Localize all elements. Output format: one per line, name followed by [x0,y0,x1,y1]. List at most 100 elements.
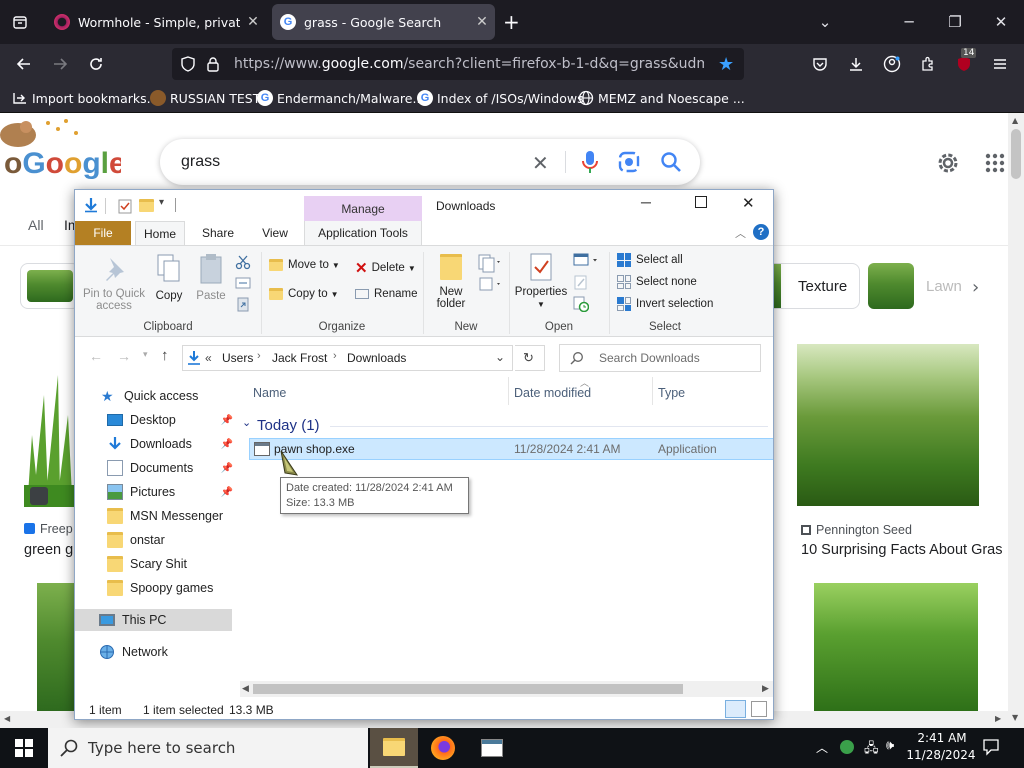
settings-gear-icon[interactable] [936,151,960,175]
scroll-right-arrow-icon[interactable]: ▶ [995,714,1001,723]
taskbar-app[interactable] [468,728,516,768]
collapse-group-chevron-icon[interactable]: ⌄ [242,416,251,429]
page-scrollbar[interactable]: ▲ ▼ [1008,113,1024,728]
breadcrumb-overflow[interactable]: « [205,351,212,365]
open-dropdown-icon[interactable] [573,252,601,268]
file-list-horizontal-scrollbar[interactable]: ◀ ▶ [240,681,773,697]
taskbar-search-box[interactable]: Type here to search [48,728,368,768]
rename-button[interactable]: Rename [355,288,417,300]
restore-button[interactable]: ❐ [932,0,978,44]
column-header-name[interactable]: Name [253,386,286,400]
result-source[interactable]: Freep [24,522,73,536]
bookmark-memz[interactable]: MEMZ and Noescape ... [578,90,745,106]
tab-application-tools[interactable]: Application Tools [304,221,422,245]
search-icon[interactable] [660,151,682,173]
volume-icon[interactable]: 🕪 [886,738,894,753]
invert-selection-button[interactable]: Invert selection [617,297,713,311]
tab-list-icon[interactable] [6,8,34,36]
start-button[interactable] [0,728,48,768]
chip-next-chevron-icon[interactable]: › [972,277,979,298]
explorer-close-button[interactable]: ✕ [742,194,755,212]
url-bar[interactable]: https://www.google.com/search?client=fir… [172,48,744,80]
nav-pictures[interactable]: Pictures 📌 [75,481,235,503]
column-header-type[interactable]: Type [658,386,685,400]
ublock-extension-icon[interactable]: 14 [950,48,978,78]
recent-locations-icon[interactable]: ▾ [143,349,148,360]
back-arrow-icon[interactable]: ← [89,348,103,364]
forward-arrow-icon[interactable]: → [117,348,131,364]
explorer-title-bar[interactable]: ▾ Manage Downloads ─ ✕ [75,190,773,221]
nav-desktop[interactable]: Desktop 📌 [75,409,235,431]
chevron-right-icon[interactable]: › [257,350,261,362]
edit-icon[interactable] [573,274,589,290]
scroll-thumb[interactable] [1011,129,1021,179]
minimize-button[interactable]: ─ [886,0,932,44]
file-row-selected[interactable]: pawn shop.exe 11/28/2024 2:41 AM Applica… [249,438,773,460]
nav-msn-messenger[interactable]: MSN Messenger [75,505,235,527]
result-image[interactable] [37,583,77,711]
list-all-tabs-icon[interactable]: ⌄ [802,0,848,44]
chevron-right-icon[interactable]: › [333,350,337,362]
nav-onstar[interactable]: onstar [75,529,235,551]
select-all-button[interactable]: Select all [617,253,683,267]
pin-icon[interactable]: 📌 [221,415,233,426]
extensions-puzzle-icon[interactable] [914,50,942,78]
chevron-down-icon[interactable]: ⌄ [495,350,505,364]
properties-button[interactable]: Properties ▼ [513,252,569,311]
search-query[interactable]: grass [181,153,220,171]
forward-arrow-icon[interactable] [46,50,74,78]
close-window-button[interactable]: ✕ [978,0,1024,44]
select-none-button[interactable]: Select none [617,275,697,289]
new-tab-button[interactable]: + [503,10,520,34]
tab-google-search[interactable]: G grass - Google Search ✕ [272,4,495,40]
scroll-down-arrow-icon[interactable]: ▼ [1012,713,1018,722]
help-icon[interactable]: ? [753,224,769,240]
copy-button[interactable]: Copy [151,252,187,302]
tab-file[interactable]: File [75,221,131,245]
result-image[interactable] [814,583,978,711]
pocket-icon[interactable] [806,50,834,78]
up-arrow-icon[interactable]: ↑ [161,347,169,364]
copy-to-button[interactable]: Copy to ▼ [269,288,339,300]
apps-grid-icon[interactable] [985,153,1005,173]
group-header-today[interactable]: Today (1) [257,417,320,434]
cut-icon[interactable] [235,254,251,270]
breadcrumb-jack-frost[interactable]: Jack Frost [272,351,327,365]
new-folder-button[interactable]: New folder [429,252,473,310]
pin-icon[interactable]: 📌 [221,487,233,498]
easy-access-icon[interactable] [477,276,503,294]
explorer-maximize-button[interactable] [695,196,707,208]
google-doodle-logo[interactable]: oGoogle [0,113,121,183]
scroll-left-arrow-icon[interactable]: ◀ [4,714,10,723]
search-downloads-field[interactable]: Search Downloads [559,344,761,372]
downloads-icon[interactable] [842,50,870,78]
url-text[interactable]: https://www.google.com/search?client=fir… [234,56,704,72]
scroll-left-arrow-icon[interactable]: ◀ [242,683,249,694]
bookmark-import[interactable]: Import bookmarks... [12,90,159,106]
scroll-up-arrow-icon[interactable]: ▲ [1012,116,1018,125]
close-tab-icon[interactable]: ✕ [240,14,266,30]
paste-button[interactable]: Paste [193,252,229,302]
result-title[interactable]: 10 Surprising Facts About Gras [801,542,1003,558]
bookmark-russian-test[interactable]: RUSSIAN TEST [150,90,260,106]
collapse-ribbon-icon[interactable]: ︿ [735,225,746,241]
pin-icon[interactable]: 📌 [221,463,233,474]
result-source[interactable]: Pennington Seed [801,523,912,537]
refresh-button[interactable]: ↻ [515,345,545,371]
nav-documents[interactable]: Documents 📌 [75,457,235,479]
scroll-thumb[interactable] [253,684,683,694]
tab-share[interactable]: Share [193,221,243,245]
show-hidden-icons-chevron-icon[interactable]: ︿ [816,739,828,756]
taskbar-firefox[interactable] [419,728,467,768]
nav-scary-shit[interactable]: Scary Shit [75,553,235,575]
chip-grass[interactable] [20,263,80,309]
large-icons-view-icon[interactable] [751,701,767,717]
nav-spoopy-games[interactable]: Spoopy games [75,577,235,599]
move-to-button[interactable]: Move to ▼ [269,259,340,271]
network-tray-icon[interactable]: 🖧 [864,739,879,761]
properties-qat-icon[interactable] [117,198,133,214]
bookmark-endermanch[interactable]: G Endermanch/Malware... [257,90,424,106]
taskbar-file-explorer[interactable] [370,728,418,768]
nav-quick-access[interactable]: ★ Quick access [75,385,235,407]
details-view-icon[interactable] [725,700,746,718]
